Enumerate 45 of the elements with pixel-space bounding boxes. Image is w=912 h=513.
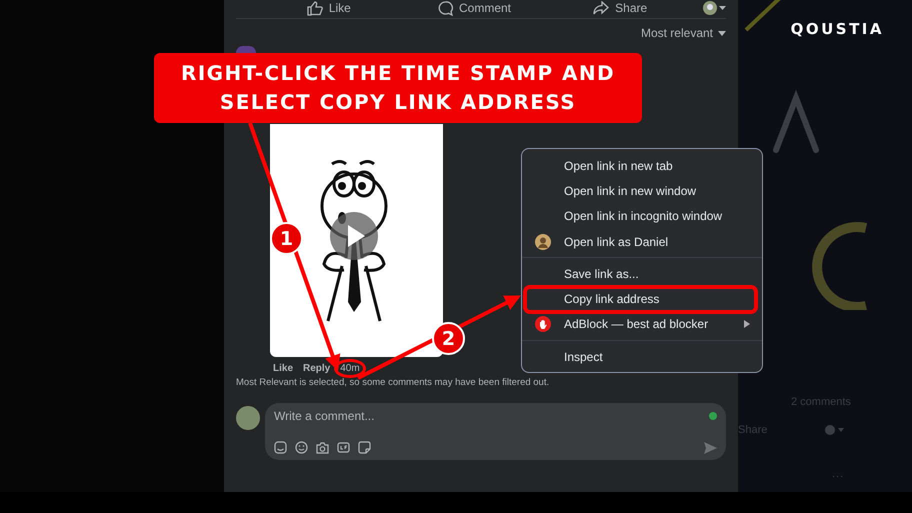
menu-row[interactable]: Open link in new tab: [522, 153, 762, 178]
caret-icon: [718, 30, 726, 36]
camera-icon[interactable]: [316, 442, 329, 454]
like-action[interactable]: Like: [306, 0, 351, 16]
timestamp-link[interactable]: 40m: [340, 363, 360, 374]
gif-icon[interactable]: [337, 442, 350, 453]
menu-item[interactable]: Save link as...: [564, 266, 639, 281]
comment-action-link[interactable]: Reply: [303, 363, 330, 374]
comment-icon: [438, 0, 453, 16]
filter-note: Most Relevant is selected, so some comments may have been filtered out.: [236, 377, 550, 388]
user-avatar[interactable]: [236, 406, 260, 430]
more-options: ...: [832, 468, 912, 480]
comment-field[interactable]: Write a comment...: [274, 409, 709, 423]
sticker-icon[interactable]: [358, 441, 371, 454]
share-icon: [593, 1, 610, 15]
menu-item[interactable]: Open link as Daniel: [564, 234, 668, 249]
menu-row[interactable]: Open link as Daniel: [522, 228, 762, 254]
reaction-avatar-icon: [825, 425, 846, 435]
menu-item[interactable]: Open link in new tab: [564, 158, 673, 173]
comment-action[interactable]: Comment: [438, 0, 512, 16]
video-thumbnail[interactable]: [270, 124, 443, 357]
menu-row[interactable]: Open link in incognito window: [522, 204, 762, 229]
avatar-sticker-icon[interactable]: [274, 441, 287, 454]
hand-stop-icon: [535, 316, 551, 332]
reaction-avatar-icon[interactable]: [703, 1, 718, 15]
menu-item[interactable]: Open link in new window: [564, 184, 696, 198]
menu-row[interactable]: AdBlock — best ad blocker: [522, 312, 762, 338]
play-icon[interactable]: [330, 212, 378, 260]
thumbs-up-icon: [306, 0, 323, 16]
sort-dropdown[interactable]: Most relevant: [640, 26, 726, 40]
profile-avatar-icon: [535, 234, 551, 250]
share-action[interactable]: Share: [593, 1, 648, 15]
menu-item[interactable]: Copy link address: [564, 292, 660, 306]
menu-row[interactable]: Copy link address: [522, 286, 762, 312]
menu-item[interactable]: Inspect: [564, 350, 603, 364]
menu-row[interactable]: Inspect: [522, 344, 762, 370]
caret-icon: [719, 6, 726, 10]
brand-logo: QOUSTIA: [790, 20, 884, 38]
menu-row[interactable]: Save link as...: [522, 261, 762, 286]
comment-action-link[interactable]: Like: [273, 363, 294, 374]
instruction-banner: RIGHT-CLICK THE TIME STAMP AND SELECT COPY LINK ADDRESS: [154, 53, 642, 123]
menu-item[interactable]: Open link in incognito window: [564, 209, 722, 224]
menu-item[interactable]: AdBlock — best ad blocker: [564, 317, 708, 332]
emoji-icon[interactable]: [295, 441, 308, 454]
menu-row[interactable]: Open link in new window: [522, 178, 762, 204]
